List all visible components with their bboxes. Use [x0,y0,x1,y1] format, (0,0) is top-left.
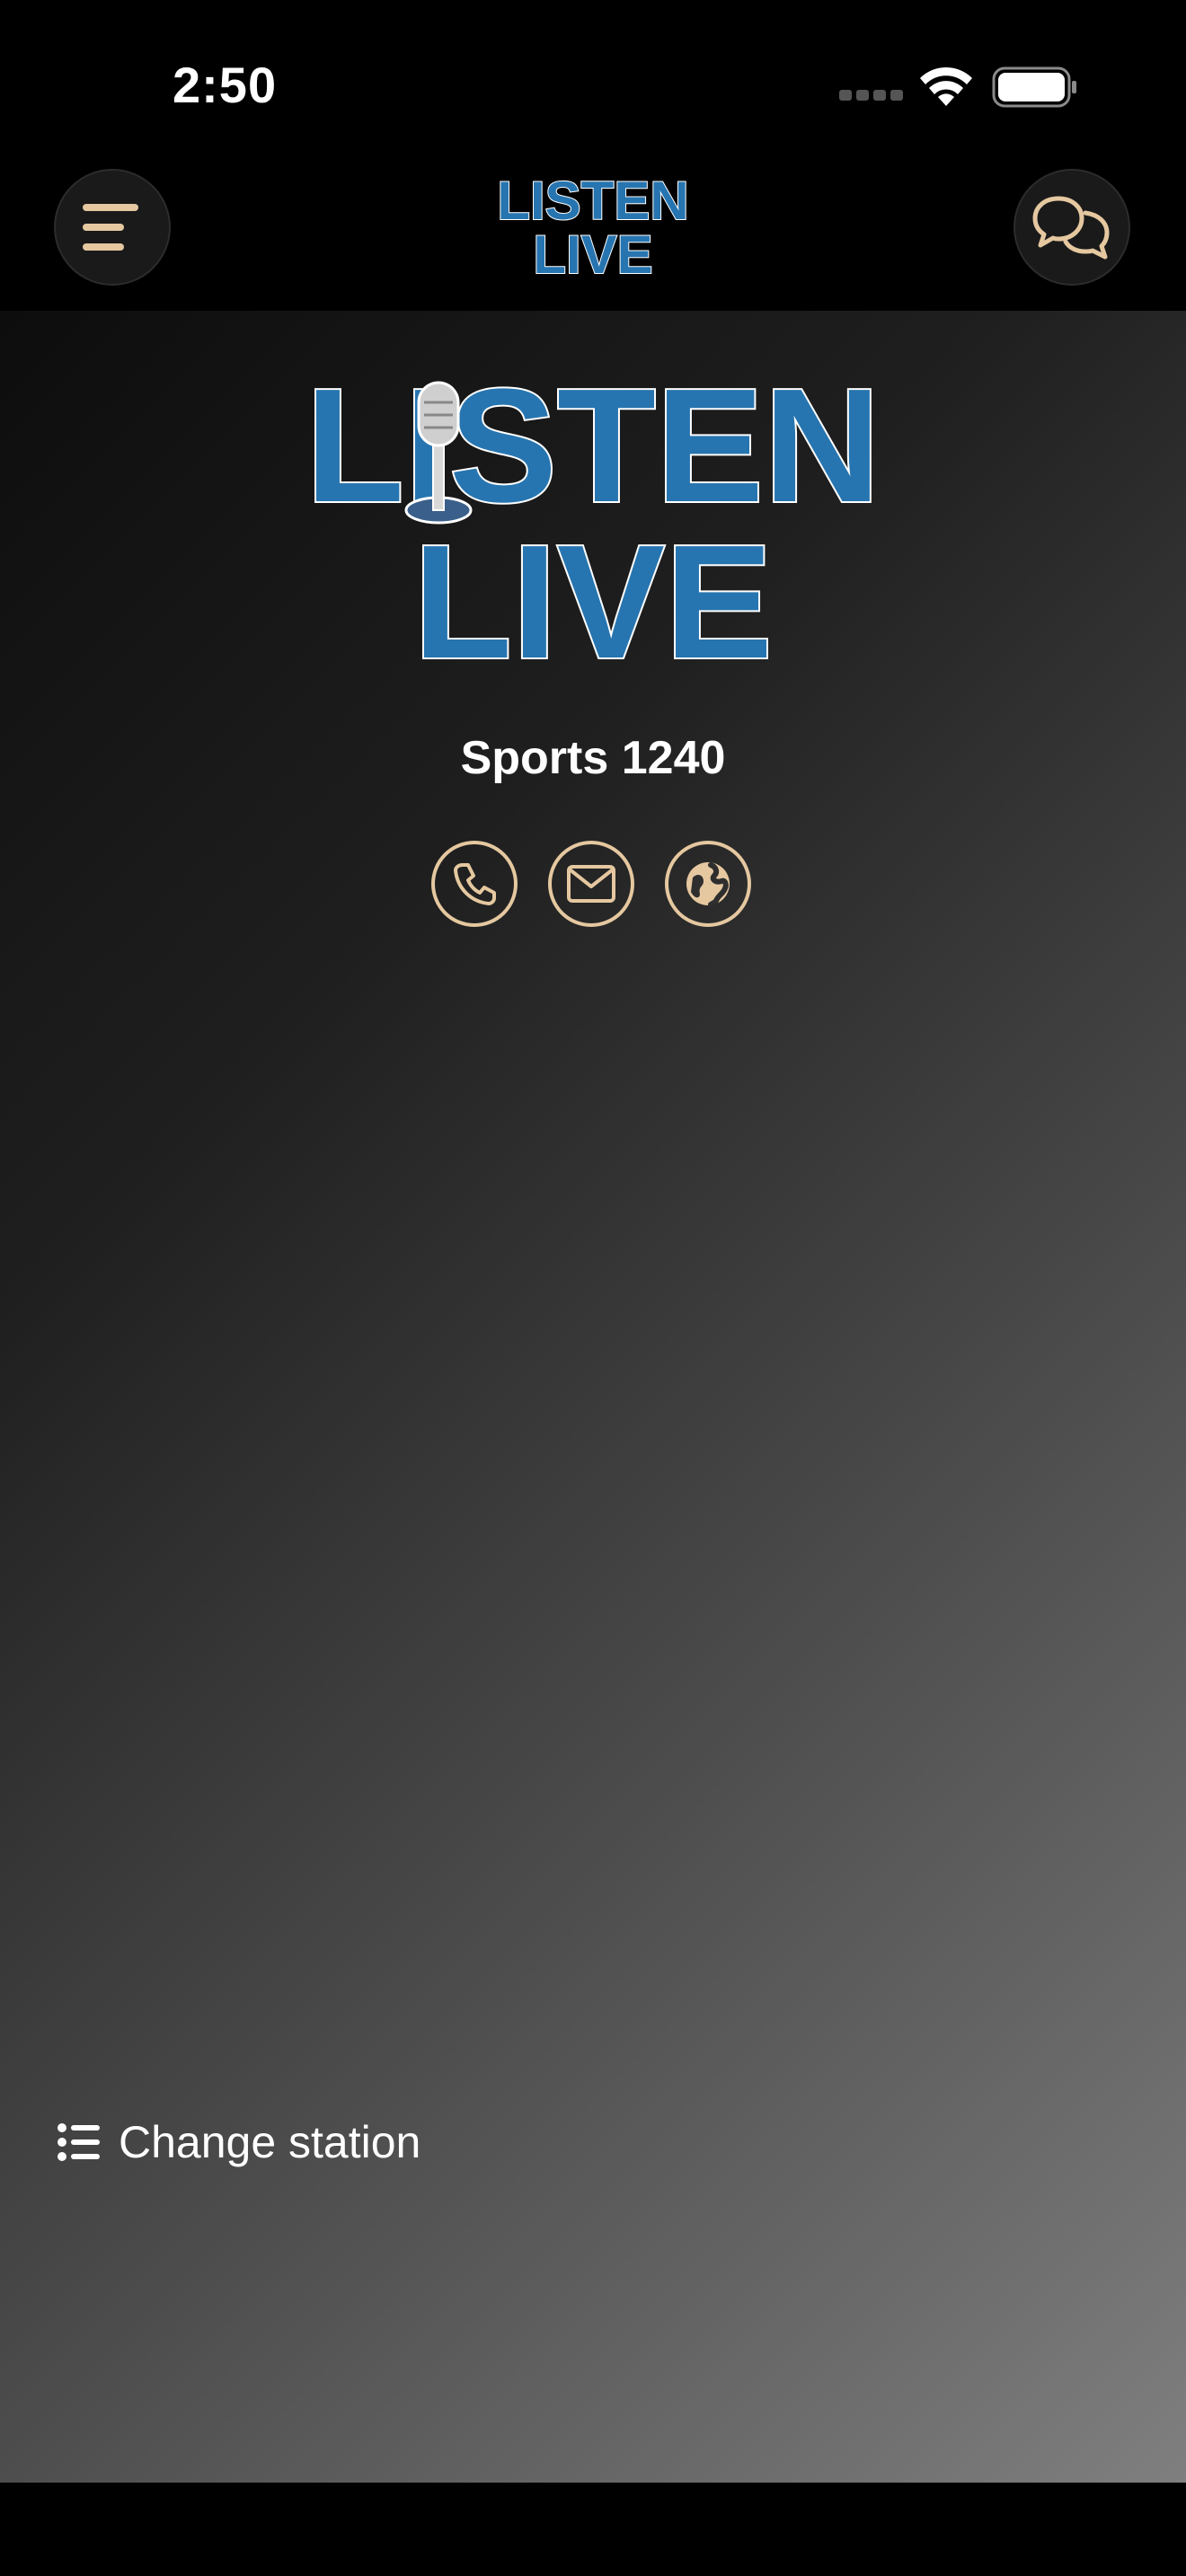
contact-actions [431,841,755,931]
bottom-bar [0,2483,1186,2576]
svg-text:LIVE: LIVE [533,225,652,278]
email-icon [567,865,615,903]
cellular-signal-icon [839,90,903,101]
main-content: LISTEN LIVE Sports 1240 Change station [0,311,1186,2483]
list-icon [58,2123,100,2161]
listen-live-logo: LISTEN LIVE [311,375,875,672]
svg-text:LIVE: LIVE [413,512,773,672]
website-button[interactable] [665,841,751,927]
change-station-label: Change station [119,2117,421,2167]
change-station-button[interactable]: Change station [58,2111,420,2174]
globe-icon [686,862,730,907]
chat-bubbles-icon [1032,196,1110,260]
status-time: 2:50 [173,57,278,113]
station-name: Sports 1240 [460,732,726,784]
nav-logo: LISTEN LIVE [496,171,689,278]
battery-icon [992,66,1076,108]
svg-text:LISTEN: LISTEN [497,171,688,231]
status-bar: 2:50 [0,0,1186,162]
email-button[interactable] [548,841,634,927]
menu-button[interactable] [54,169,171,286]
wifi-icon [920,66,972,106]
nav-bar: LISTEN LIVE [0,162,1186,311]
chat-button[interactable] [1013,169,1130,286]
phone-icon [454,863,496,905]
app-root: 2:50 LISTEN LIVE LISTEN LIVE Sports 1240… [0,0,1186,2576]
phone-button[interactable] [431,841,518,927]
menu-icon [83,204,138,251]
